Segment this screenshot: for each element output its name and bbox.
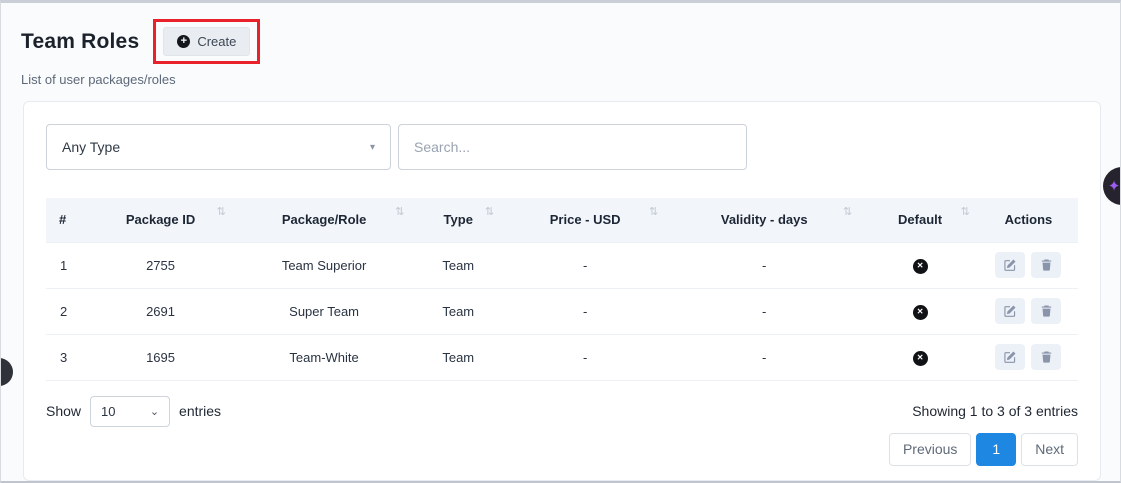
- left-edge-button[interactable]: [0, 358, 13, 386]
- sort-icon[interactable]: ⇅: [485, 205, 494, 218]
- column-header-default[interactable]: Default ⇅: [861, 198, 979, 242]
- delete-button[interactable]: [1031, 252, 1061, 278]
- sort-icon[interactable]: ⇅: [217, 205, 226, 218]
- page-title: Team Roles: [21, 30, 139, 54]
- page-size-value: 10: [101, 404, 115, 419]
- column-label: Package/Role: [282, 212, 367, 227]
- table-row: 22691Super TeamTeam--✕: [46, 288, 1078, 334]
- sort-icon[interactable]: ⇅: [395, 205, 404, 218]
- type-filter-select[interactable]: Any Type ▾: [46, 124, 391, 170]
- assistant-fab-button[interactable]: ✦: [1103, 167, 1121, 205]
- content-card: Any Type ▾ #Package ID⇅Package/Role⇅Type…: [23, 101, 1101, 481]
- cell-package-role: Team-White: [235, 334, 414, 380]
- showing-entries-text: Showing 1 to 3 of 3 entries: [912, 403, 1078, 419]
- trash-icon: [1040, 350, 1053, 364]
- times-circle-icon: ✕: [913, 259, 928, 274]
- cell-index: 2: [46, 288, 86, 334]
- cell-default: ✕: [861, 334, 979, 380]
- cell-validity: -: [667, 334, 861, 380]
- page-size-group: Show 10 ⌄ entries: [46, 396, 221, 427]
- times-circle-icon: ✕: [913, 305, 928, 320]
- sparkle-icon: ✦: [1108, 177, 1121, 195]
- column-header-package-role[interactable]: Package/Role ⇅: [235, 198, 414, 242]
- page-number-button-active[interactable]: 1: [976, 433, 1016, 466]
- show-label: Show: [46, 403, 81, 419]
- edit-button[interactable]: [995, 344, 1025, 370]
- cell-validity: -: [667, 288, 861, 334]
- column-label: Price - USD: [550, 212, 621, 227]
- cell-price: -: [503, 288, 667, 334]
- edit-pencil-icon: [1003, 258, 1017, 272]
- times-circle-icon: ✕: [913, 351, 928, 366]
- edit-pencil-icon: [1003, 304, 1017, 318]
- annotation-highlight-box: + Create: [153, 19, 260, 64]
- create-button-label: Create: [197, 34, 236, 49]
- create-button[interactable]: + Create: [163, 27, 250, 56]
- page-size-select[interactable]: 10 ⌄: [90, 396, 170, 427]
- cell-validity: -: [667, 242, 861, 288]
- column-label: Actions: [1005, 212, 1053, 227]
- cell-actions: [979, 288, 1078, 334]
- cell-package-role: Super Team: [235, 288, 414, 334]
- cell-actions: [979, 242, 1078, 288]
- cell-type: Team: [413, 288, 503, 334]
- cell-index: 3: [46, 334, 86, 380]
- entries-label: entries: [179, 403, 221, 419]
- table-body: 12755Team SuperiorTeam--✕22691Super Team…: [46, 242, 1078, 380]
- cell-index: 1: [46, 242, 86, 288]
- column-header-actions: Actions: [979, 198, 1078, 242]
- roles-table: #Package ID⇅Package/Role⇅Type⇅Price - US…: [46, 198, 1078, 381]
- delete-button[interactable]: [1031, 344, 1061, 370]
- page: Team Roles + Create List of user package…: [0, 0, 1121, 483]
- table-footer: Show 10 ⌄ entries Showing 1 to 3 of 3 en…: [46, 396, 1078, 427]
- cell-default: ✕: [861, 288, 979, 334]
- column-header-type[interactable]: Type ⇅: [413, 198, 503, 242]
- next-page-button[interactable]: Next: [1021, 433, 1078, 466]
- column-label: Default: [898, 212, 942, 227]
- cell-price: -: [503, 334, 667, 380]
- sort-icon[interactable]: ⇅: [649, 205, 658, 218]
- cell-type: Team: [413, 242, 503, 288]
- table-header-row: #Package ID⇅Package/Role⇅Type⇅Price - US…: [46, 198, 1078, 242]
- cell-package-id: 1695: [86, 334, 235, 380]
- type-filter-value: Any Type: [62, 139, 120, 155]
- column-header-validity-days[interactable]: Validity - days ⇅: [667, 198, 861, 242]
- cell-type: Team: [413, 334, 503, 380]
- column-header-index: #: [46, 198, 86, 242]
- column-label: #: [59, 212, 66, 227]
- trash-icon: [1040, 258, 1053, 272]
- title-row: Team Roles + Create: [21, 19, 1120, 64]
- cell-package-id: 2691: [86, 288, 235, 334]
- plus-circle-icon: +: [177, 35, 190, 48]
- delete-button[interactable]: [1031, 298, 1061, 324]
- search-input[interactable]: [398, 124, 747, 170]
- sort-icon[interactable]: ⇅: [961, 205, 970, 218]
- edit-pencil-icon: [1003, 350, 1017, 364]
- sort-icon[interactable]: ⇅: [843, 205, 852, 218]
- chevron-down-icon: ⌄: [150, 405, 159, 418]
- cell-default: ✕: [861, 242, 979, 288]
- page-header: Team Roles + Create List of user package…: [1, 3, 1120, 87]
- trash-icon: [1040, 304, 1053, 318]
- previous-page-button[interactable]: Previous: [889, 433, 971, 466]
- column-label: Package ID: [126, 212, 195, 227]
- edit-button[interactable]: [995, 298, 1025, 324]
- column-label: Validity - days: [721, 212, 808, 227]
- edit-button[interactable]: [995, 252, 1025, 278]
- column-label: Type: [444, 212, 473, 227]
- table-row: 31695Team-WhiteTeam--✕: [46, 334, 1078, 380]
- cell-price: -: [503, 242, 667, 288]
- table-row: 12755Team SuperiorTeam--✕: [46, 242, 1078, 288]
- column-header-package-id[interactable]: Package ID ⇅: [86, 198, 235, 242]
- cell-actions: [979, 334, 1078, 380]
- cell-package-id: 2755: [86, 242, 235, 288]
- pagination: Previous 1 Next: [46, 433, 1078, 466]
- filter-row: Any Type ▾: [46, 124, 1078, 170]
- caret-down-icon: ▾: [370, 142, 375, 153]
- cell-package-role: Team Superior: [235, 242, 414, 288]
- page-subtitle: List of user packages/roles: [21, 72, 1120, 87]
- column-header-price-usd[interactable]: Price - USD ⇅: [503, 198, 667, 242]
